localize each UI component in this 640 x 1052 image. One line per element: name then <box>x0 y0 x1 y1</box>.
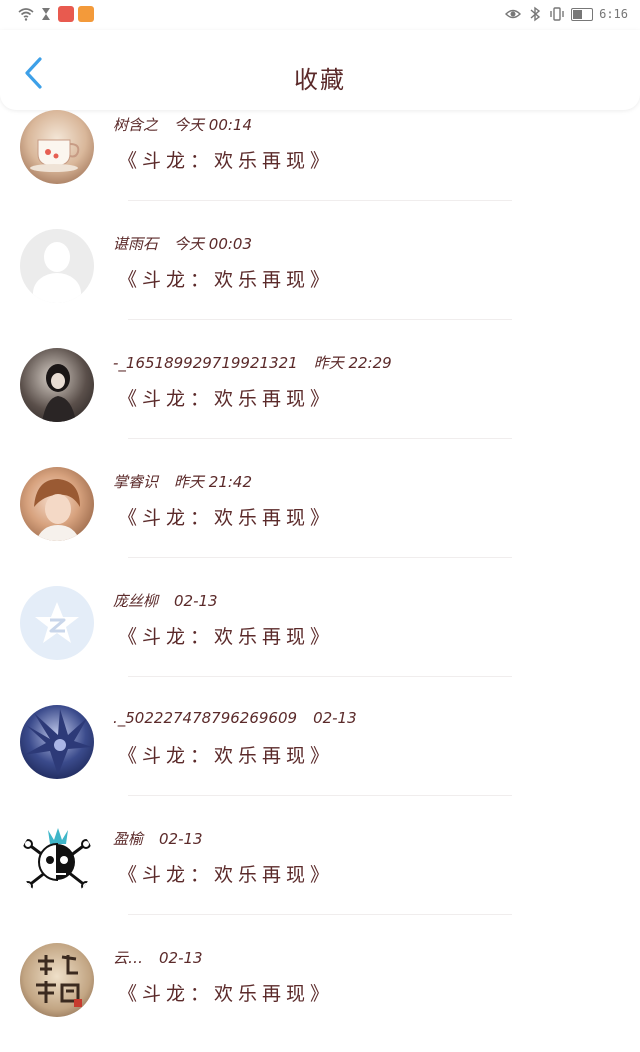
book-title[interactable]: 《斗龙：欢乐再现》 <box>118 979 334 1006</box>
item-meta: 云… 02-13 <box>113 947 203 968</box>
divider <box>128 795 512 796</box>
teacup-icon <box>30 139 80 172</box>
item-meta: -_165189929719921321 昨天 22:29 <box>113 352 392 373</box>
divider <box>128 557 512 558</box>
avatar[interactable] <box>20 110 94 184</box>
username: 云… <box>113 949 144 967</box>
favorites-list: 树含之 今天 00:14 《斗龙：欢乐再现》 谌雨石 今天 00:03 《斗龙：欢乐… <box>0 100 640 1052</box>
divider <box>128 914 512 915</box>
book-title[interactable]: 《斗龙：欢乐再现》 <box>118 622 334 649</box>
avatar[interactable] <box>20 586 94 660</box>
item-meta: ._502227478796269609 02-13 <box>113 709 357 727</box>
qzone-star-icon <box>35 602 79 643</box>
timestamp: 昨天 22:29 <box>313 354 392 372</box>
app-notification-icon <box>58 6 74 22</box>
list-item[interactable]: 谌雨石 今天 00:03 《斗龙：欢乐再现》 <box>0 219 640 338</box>
book-title[interactable]: 《斗龙：欢乐再现》 <box>118 384 334 411</box>
divider <box>128 319 512 320</box>
timestamp: 02-13 <box>159 949 203 967</box>
portrait-photo-icon <box>34 479 80 541</box>
list-item[interactable]: 云… 02-13 《斗龙：欢乐再现》 <box>0 933 640 1052</box>
page-title: 收藏 <box>294 66 346 94</box>
status-right: 6:16 <box>505 6 628 22</box>
username: 谌雨石 <box>113 235 159 253</box>
status-left <box>18 6 94 22</box>
book-title[interactable]: 《斗龙：欢乐再现》 <box>118 146 334 173</box>
header: 收藏 <box>0 30 640 110</box>
default-avatar-icon <box>44 242 70 272</box>
timestamp: 今天 00:03 <box>174 235 253 253</box>
username: -_165189929719921321 <box>113 354 298 372</box>
girl-photo-icon <box>42 364 76 422</box>
timestamp: 昨天 21:42 <box>174 473 253 491</box>
skull-icon <box>23 828 91 891</box>
list-item[interactable]: 树含之 今天 00:14 《斗龙：欢乐再现》 <box>0 100 640 219</box>
eye-icon <box>505 9 522 19</box>
timestamp: 02-13 <box>159 830 203 848</box>
avatar[interactable] <box>20 943 94 1017</box>
bluetooth-icon <box>530 6 541 22</box>
vibrate-icon <box>550 7 564 21</box>
status-time: 6:16 <box>599 7 628 21</box>
book-title[interactable]: 《斗龙：欢乐再现》 <box>118 265 334 292</box>
book-title[interactable]: 《斗龙：欢乐再现》 <box>118 741 334 768</box>
username: 盈榆 <box>113 830 144 848</box>
list-item[interactable]: 庞丝柳 02-13 《斗龙：欢乐再现》 <box>0 576 640 695</box>
hourglass-icon <box>42 8 50 20</box>
item-meta: 谌雨石 今天 00:03 <box>113 233 252 254</box>
list-item[interactable]: -_165189929719921321 昨天 22:29 《斗龙：欢乐再现》 <box>0 338 640 457</box>
divider <box>128 676 512 677</box>
avatar[interactable] <box>20 824 94 898</box>
avatar[interactable] <box>20 229 94 303</box>
wifi-icon <box>18 8 34 21</box>
book-title[interactable]: 《斗龙：欢乐再现》 <box>118 860 334 887</box>
timestamp: 02-13 <box>313 709 357 727</box>
status-bar: 6:16 <box>0 0 640 30</box>
divider <box>128 438 512 439</box>
avatar[interactable] <box>20 705 94 779</box>
list-item[interactable]: 盈榆 02-13 《斗龙：欢乐再现》 <box>0 814 640 933</box>
item-meta: 庞丝柳 02-13 <box>113 590 218 611</box>
calligraphy-icon <box>36 955 82 1007</box>
book-title[interactable]: 《斗龙：欢乐再现》 <box>118 503 334 530</box>
username: 树含之 <box>113 116 159 134</box>
avatar[interactable] <box>20 467 94 541</box>
timestamp: 今天 00:14 <box>174 116 253 134</box>
list-item[interactable]: ._502227478796269609 02-13 《斗龙：欢乐再现》 <box>0 695 640 814</box>
divider <box>128 200 512 201</box>
video-app-icon <box>78 6 94 22</box>
username: 庞丝柳 <box>113 592 159 610</box>
avatar[interactable] <box>20 348 94 422</box>
username: ._502227478796269609 <box>113 709 298 727</box>
default-avatar-body <box>33 273 81 303</box>
anime-photo-icon <box>24 709 92 775</box>
battery-icon <box>571 7 594 21</box>
item-meta: 掌睿识 昨天 21:42 <box>113 471 252 492</box>
item-meta: 树含之 今天 00:14 <box>113 114 252 135</box>
list-item[interactable]: 掌睿识 昨天 21:42 《斗龙：欢乐再现》 <box>0 457 640 576</box>
timestamp: 02-13 <box>174 592 218 610</box>
item-meta: 盈榆 02-13 <box>113 828 203 849</box>
username: 掌睿识 <box>113 473 159 491</box>
